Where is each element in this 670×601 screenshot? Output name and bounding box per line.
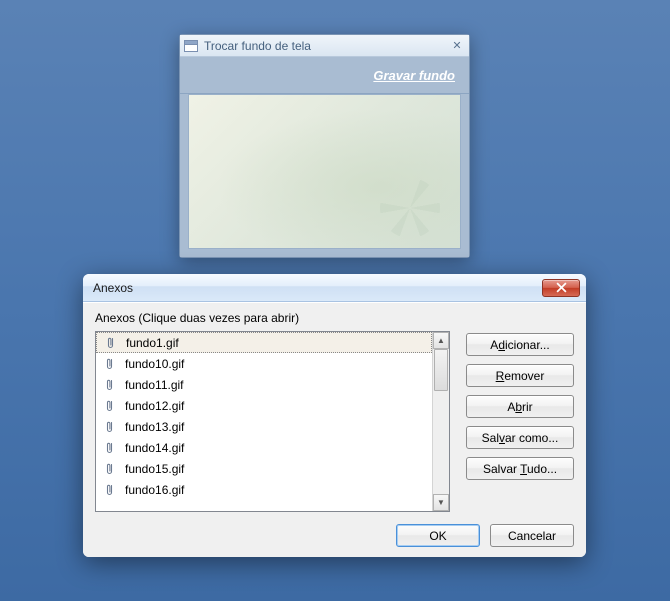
file-name: fundo15.gif (125, 462, 184, 476)
dialog-body: Anexos (Clique duas vezes para abrir) fu… (83, 302, 586, 557)
paperclip-icon (104, 462, 115, 476)
file-name: fundo11.gif (125, 378, 184, 392)
ok-button[interactable]: OK (396, 524, 480, 547)
file-name: fundo16.gif (125, 483, 184, 497)
titlebar[interactable]: Trocar fundo de tela ✕ (180, 35, 469, 57)
list-item[interactable]: fundo15.gif (96, 458, 432, 479)
attachments-dialog: Anexos Anexos (Clique duas vezes para ab… (83, 274, 586, 557)
paperclip-icon (104, 357, 115, 371)
list-label: Anexos (Clique duas vezes para abrir) (95, 311, 574, 325)
scroll-up-button[interactable]: ▲ (433, 332, 449, 349)
scroll-down-button[interactable]: ▼ (433, 494, 449, 511)
dialog-footer: OK Cancelar (95, 516, 574, 547)
file-name: fundo13.gif (125, 420, 184, 434)
background-preview[interactable] (188, 94, 461, 249)
list-item[interactable]: fundo1.gif (96, 332, 432, 353)
form-icon (184, 40, 198, 52)
cancel-button[interactable]: Cancelar (490, 524, 574, 547)
close-button[interactable]: ✕ (449, 39, 465, 53)
paperclip-icon (104, 483, 115, 497)
paperclip-icon (104, 378, 115, 392)
list-item[interactable]: fundo16.gif (96, 479, 432, 500)
background-chooser-window: Trocar fundo de tela ✕ Gravar fundo (179, 34, 470, 258)
preview-wrap (180, 94, 469, 257)
scrollbar[interactable]: ▲ ▼ (432, 332, 449, 511)
list-item[interactable]: fundo13.gif (96, 416, 432, 437)
dialog-title: Anexos (93, 281, 542, 295)
window-title: Trocar fundo de tela (204, 39, 443, 53)
scroll-thumb[interactable] (434, 349, 448, 391)
file-name: fundo1.gif (126, 336, 179, 350)
side-buttons: Adicionar... Remover Abrir Salvar como..… (466, 331, 574, 512)
save-all-button[interactable]: Salvar Tudo... (466, 457, 574, 480)
save-as-button[interactable]: Salvar como... (466, 426, 574, 449)
save-background-link[interactable]: Gravar fundo (373, 68, 455, 83)
dialog-titlebar[interactable]: Anexos (83, 274, 586, 302)
list-item[interactable]: fundo14.gif (96, 437, 432, 458)
list-item[interactable]: fundo11.gif (96, 374, 432, 395)
remove-button[interactable]: Remover (466, 364, 574, 387)
file-name: fundo10.gif (125, 357, 184, 371)
paperclip-icon (105, 336, 116, 350)
close-icon (556, 282, 567, 293)
close-button[interactable] (542, 279, 580, 297)
add-button[interactable]: Adicionar... (466, 333, 574, 356)
file-name: fundo12.gif (125, 399, 184, 413)
list-item[interactable]: fundo12.gif (96, 395, 432, 416)
list-item[interactable]: fundo10.gif (96, 353, 432, 374)
paperclip-icon (104, 441, 115, 455)
file-name: fundo14.gif (125, 441, 184, 455)
attachments-listbox[interactable]: fundo1.gif fundo10.gif fundo11.gif fundo12.… (95, 331, 450, 512)
header-bar: Gravar fundo (180, 57, 469, 94)
paperclip-icon (104, 399, 115, 413)
paperclip-icon (104, 420, 115, 434)
scroll-track[interactable] (433, 349, 449, 494)
open-button[interactable]: Abrir (466, 395, 574, 418)
